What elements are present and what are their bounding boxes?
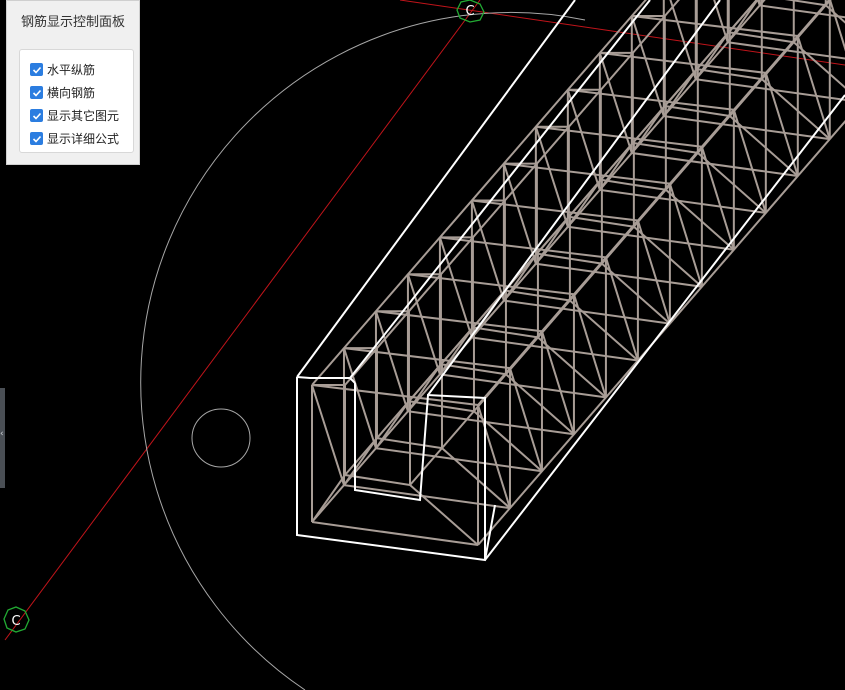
stirrup-segment [663,115,830,141]
axis-marker-top-label: C [465,4,474,19]
side-panel-toggle[interactable]: ‹ [0,388,5,488]
option-show-detailed-formula[interactable]: 显示详细公式 [20,127,133,150]
axis-marker-bottom[interactable]: C [3,606,30,633]
brace-segment [541,330,575,435]
checkbox-checked-icon[interactable] [30,109,43,122]
brace-segment [598,52,633,154]
brace-segment [509,367,543,472]
brace-segment [604,257,639,361]
axis-marker-bottom-label: C [11,614,20,629]
rebar-cage [311,0,845,546]
rebar-display-control-panel: 钢筋显示控制面板 水平纵筋 横向钢筋 显示其它图元 显示详细公式 [6,0,140,165]
brace-segment [311,384,345,486]
panel-title: 钢筋显示控制面板 [20,15,125,30]
brace-segment [470,200,505,301]
stirrup-segment [503,299,671,325]
stirrup-segment [439,373,607,399]
brace-segment [630,15,665,117]
option-label: 横向钢筋 [47,86,96,100]
brace-segment [732,109,767,214]
channel-outline [296,0,845,562]
option-label: 显示详细公式 [47,132,120,146]
stirrup-segment [567,225,734,251]
stirrup-segment [599,188,766,214]
option-label: 显示其它图元 [47,109,120,123]
stirrup-segment [311,384,479,406]
checkbox-checked-icon[interactable] [30,132,43,145]
checkbox-checked-icon[interactable] [30,86,43,99]
brace-segment [796,35,831,140]
checkbox-checked-icon[interactable] [30,63,43,76]
brace-segment [406,273,441,375]
option-label: 水平纵筋 [47,63,96,77]
stirrup-segment [311,521,479,546]
brace-segment [636,220,671,324]
option-transverse-rebar[interactable]: 横向钢筋 [20,81,133,104]
brace-segment [438,237,473,338]
brace-segment [700,146,735,251]
brace-segment [477,404,511,509]
option-horizontal-longitudinal[interactable]: 水平纵筋 [20,58,133,81]
option-list: 水平纵筋 横向钢筋 显示其它图元 显示详细公式 [19,49,134,153]
brace-segment [572,294,607,398]
brace-segment [343,347,377,449]
stirrup-segment [727,41,845,60]
collapse-arrow-icon: ‹ [0,429,4,439]
stirrup-segment [375,447,543,473]
stirrup-segment [471,336,639,362]
brace-segment [566,89,601,191]
reference-circle [191,408,251,468]
brace-segment [668,183,703,287]
axis-marker-top[interactable]: C [456,0,485,23]
longitudinal-bar [311,0,766,523]
stirrup-segment [631,152,798,177]
option-show-other-elements[interactable]: 显示其它图元 [20,104,133,127]
stirrup-segment [535,262,702,288]
brace-segment [713,0,729,43]
stirrup-segment [407,410,575,436]
